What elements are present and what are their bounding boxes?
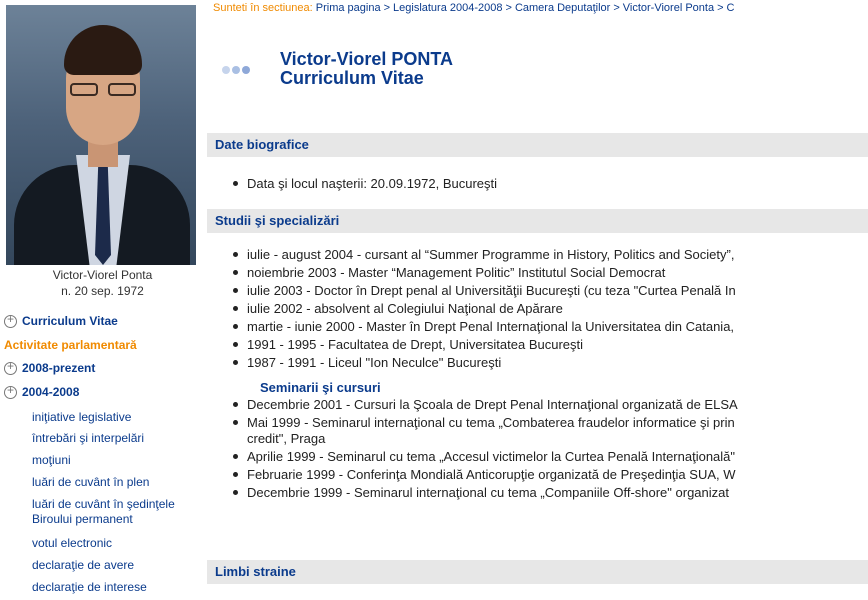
list-item: 1991 - 1995 - Facultatea de Drept, Unive…	[231, 337, 868, 353]
list-item: iulie - august 2004 - cursant al “Summer…	[231, 247, 868, 263]
decorative-dots-icon	[222, 61, 252, 79]
section-limbi-straine: Limbi straine	[207, 560, 868, 584]
nav-cv-label: Curriculum Vitae	[22, 314, 118, 328]
sub-declaratie-avere[interactable]: declaraţie de avere	[32, 558, 134, 573]
nav-curriculum-vitae[interactable]: Curriculum Vitae	[4, 312, 118, 328]
nav-activitate-parlamentara[interactable]: Activitate parlamentară	[4, 338, 137, 352]
sub-votul-electronic[interactable]: votul electronic	[32, 536, 112, 551]
bio-list: Data şi locul naşterii: 20.09.1972, Bucu…	[213, 176, 868, 192]
breadcrumb-prefix: Sunteti în sectiunea:	[213, 2, 313, 14]
page-title: Victor-Viorel PONTA Curriculum Vitae	[280, 50, 453, 88]
photo-caption-name: Victor-Viorel Ponta	[52, 268, 153, 282]
breadcrumb-item[interactable]: Legislatura 2004-2008	[393, 2, 502, 14]
list-item: Data şi locul naşterii: 20.09.1972, Bucu…	[231, 176, 868, 192]
list-item: Decembrie 1999 - Seminarul internaţional…	[231, 485, 868, 501]
breadcrumb-item[interactable]: Prima pagina	[316, 2, 381, 14]
list-item: Decembrie 2001 - Cursuri la Şcoala de Dr…	[231, 397, 868, 413]
list-item: Aprilie 1999 - Seminarul cu tema „Accesu…	[231, 449, 868, 465]
profile-photo	[6, 5, 196, 265]
list-item: iulie 2002 - absolvent al Colegiului Naţ…	[231, 301, 868, 317]
sub-initiative-legislative[interactable]: iniţiative legislative	[32, 410, 131, 425]
breadcrumb: Sunteti în sectiunea: Prima pagina > Legis…	[213, 2, 735, 14]
list-item: martie - iunie 2000 - Master în Drept Pe…	[231, 319, 868, 335]
expand-circle-icon	[4, 359, 17, 375]
seminar-list: Decembrie 2001 - Cursuri la Şcoala de Dr…	[213, 397, 868, 501]
section-date-biografice: Date biografice	[207, 133, 868, 157]
person-name: Victor-Viorel PONTA	[280, 49, 454, 69]
breadcrumb-item[interactable]: C	[727, 2, 735, 14]
section-studii-specializari: Studii şi specializări	[207, 209, 868, 233]
list-item: iulie 2003 - Doctor în Drept penal al Un…	[231, 283, 868, 299]
nav-2008-prezent[interactable]: 2008-prezent	[4, 359, 96, 375]
photo-caption-birth: n. 20 sep. 1972	[61, 284, 144, 298]
studies-list: iulie - august 2004 - cursant al “Summer…	[213, 247, 868, 373]
page-subtitle: Curriculum Vitae	[280, 68, 424, 88]
sidebar: Victor-Viorel Ponta n. 20 sep. 1972 Curr…	[0, 0, 205, 600]
list-item-continuation: credit", Praga	[247, 431, 326, 446]
sub-biroul-permanent[interactable]: Biroului permanent	[32, 512, 133, 527]
expand-circle-icon	[4, 383, 17, 399]
sub-intrebari-interpelari[interactable]: întrebări şi interpelări	[32, 431, 144, 446]
list-item: noiembrie 2003 - Master “Management Poli…	[231, 265, 868, 281]
list-item: 1987 - 1991 - Liceul "Ion Neculce" Bucur…	[231, 355, 868, 371]
subsection-seminarii-cursuri: Seminarii şi cursuri	[260, 380, 381, 395]
nav-2008-label: 2008-prezent	[22, 361, 96, 375]
sub-declaratie-interese[interactable]: declaraţie de interese	[32, 580, 147, 595]
nav-2004-2008[interactable]: 2004-2008	[4, 383, 80, 399]
sub-luari-cuvant-sedinte[interactable]: luări de cuvânt în şedinţele	[32, 497, 175, 512]
list-item: Mai 1999 - Seminarul internaţional cu te…	[231, 415, 868, 431]
breadcrumb-item[interactable]: Victor-Viorel Ponta	[623, 2, 714, 14]
list-item: Februarie 1999 - Conferinţa Mondială Ant…	[231, 467, 868, 483]
breadcrumb-item[interactable]: Camera Deputaţilor	[515, 2, 610, 14]
nav-2004-label: 2004-2008	[22, 385, 80, 399]
expand-circle-icon	[4, 312, 17, 328]
sub-luari-cuvant-plen[interactable]: luări de cuvânt în plen	[32, 475, 149, 490]
sub-motiuni[interactable]: moţiuni	[32, 453, 71, 468]
